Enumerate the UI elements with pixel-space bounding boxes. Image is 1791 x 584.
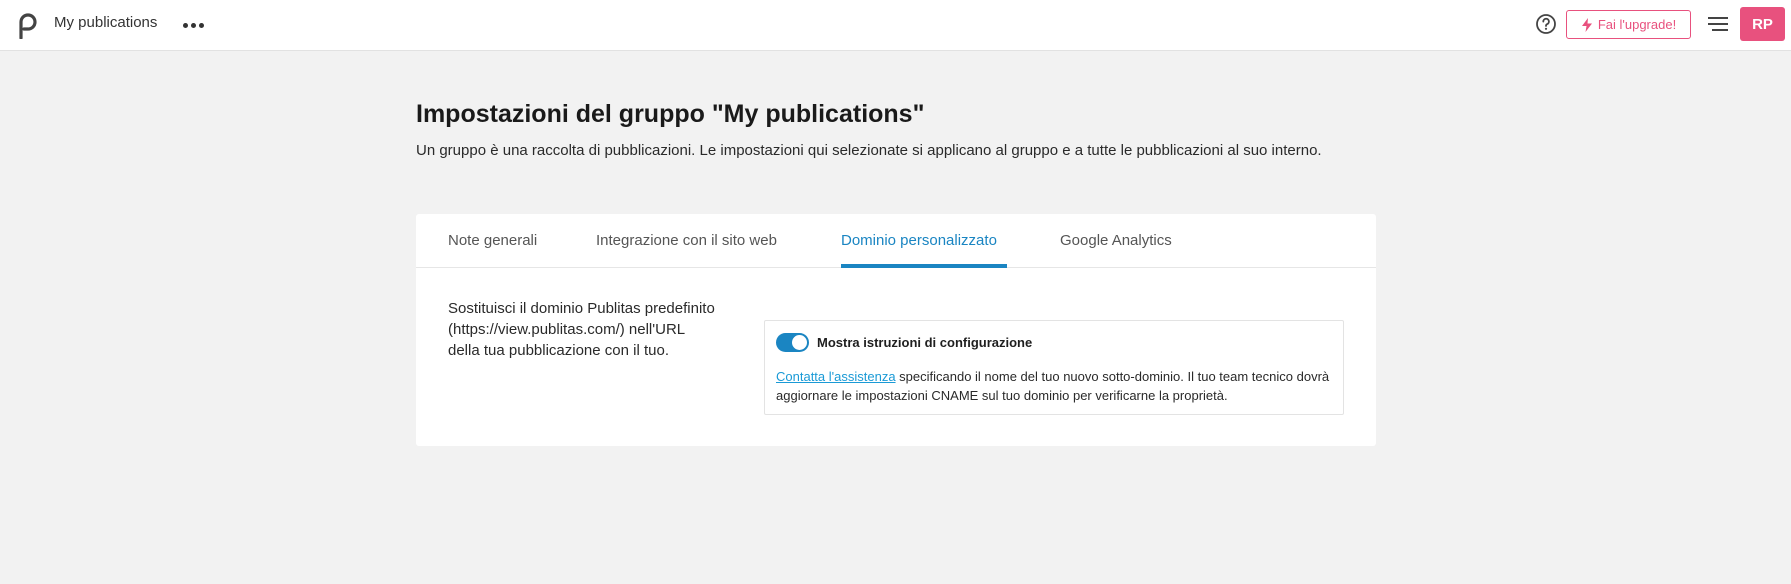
toggle-knob (792, 335, 807, 350)
page-description: Un gruppo è una raccolta di pubblicazion… (416, 142, 1322, 159)
tab-google-analytics[interactable]: Google Analytics (1060, 232, 1172, 249)
top-bar: My publications Fai l'upgrade! RP (0, 0, 1791, 51)
publitas-logo-icon[interactable] (15, 11, 39, 39)
tab-dominio-personalizzato[interactable]: Dominio personalizzato (841, 232, 997, 249)
more-options-button[interactable] (182, 14, 204, 36)
instructions-text: Contatta l'assistenza specificando il no… (776, 367, 1336, 405)
user-avatar[interactable]: RP (1740, 7, 1785, 41)
dot-icon (198, 22, 204, 28)
settings-tabs: Note generali Integrazione con il sito w… (416, 214, 1376, 268)
settings-card: Note generali Integrazione con il sito w… (416, 214, 1376, 446)
contact-support-link[interactable]: Contatta l'assistenza (776, 369, 896, 384)
tab-integrazione-sito-web[interactable]: Integrazione con il sito web (596, 232, 777, 249)
hamburger-menu-icon[interactable] (1708, 15, 1728, 33)
page-title: Impostazioni del gruppo "My publications… (416, 100, 925, 128)
upgrade-button[interactable]: Fai l'upgrade! (1566, 10, 1691, 39)
toggle-label: Mostra istruzioni di configurazione (817, 335, 1033, 350)
active-tab-indicator (841, 264, 1007, 268)
help-icon[interactable] (1535, 13, 1557, 35)
dot-icon (182, 22, 188, 28)
configuration-instructions-box: Mostra istruzioni di configurazione Cont… (764, 320, 1344, 415)
domain-setting-description: Sostituisci il dominio Publitas predefin… (448, 300, 715, 359)
dot-icon (190, 22, 196, 28)
lightning-icon (1581, 17, 1592, 32)
upgrade-label: Fai l'upgrade! (1597, 17, 1677, 32)
tab-note-generali[interactable]: Note generali (448, 232, 537, 249)
workspace-title[interactable]: My publications (54, 14, 157, 31)
instructions-toggle[interactable] (776, 333, 809, 352)
